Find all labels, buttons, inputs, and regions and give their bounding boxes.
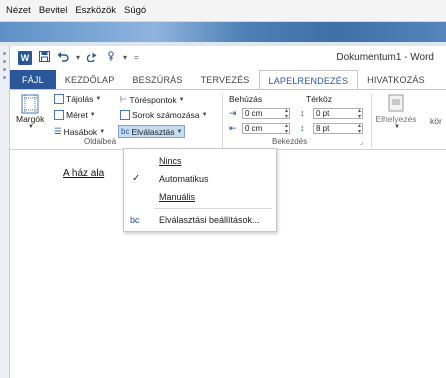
- spacing-before-input[interactable]: 0 pt ▴ ▾: [313, 108, 363, 120]
- tab-design[interactable]: TERVEZÉS: [192, 70, 259, 90]
- redo-icon[interactable]: [86, 51, 99, 66]
- indent-right-input[interactable]: 0 cm ▴ ▾: [242, 123, 290, 135]
- spacing-before-icon: ↕: [300, 108, 305, 118]
- quick-access-toolbar: W ▾ ▾ = Dokumentum1 - Word: [10, 46, 446, 70]
- hyphenation-dropdown: Nincs ✓ Automatikus Manuális b̵c Elválas…: [123, 148, 277, 232]
- hyphenation-icon: bc: [121, 127, 130, 136]
- chevron-down-icon: ▼: [178, 96, 185, 103]
- size-button[interactable]: Méret ▼: [54, 110, 96, 120]
- chevron-down-icon: ▼: [99, 128, 106, 135]
- chevron-down-icon: ▼: [176, 128, 183, 135]
- tab-references[interactable]: HIVATKOZÁS: [358, 70, 434, 90]
- spacing-before-value: 0 pt: [316, 109, 330, 118]
- spinner-arrows-icon[interactable]: ▴ ▾: [358, 108, 361, 120]
- margins-label: Margók: [16, 114, 45, 124]
- hyphenation-label: Elválasztás: [131, 126, 175, 137]
- host-menu-bar: Nézet Bevitel Eszközök Súgó: [0, 0, 446, 22]
- word-window: W ▾ ▾ = Dokumentum1 - Word FÁJL KEZDŐLAP…: [10, 46, 446, 378]
- chevron-down-icon: ▼: [89, 112, 96, 118]
- indent-right-icon: ⇤: [229, 123, 237, 133]
- breaks-icon: ⊢: [120, 94, 128, 104]
- line-numbers-label: Sorok számozása: [132, 110, 200, 120]
- wrap-text-label[interactable]: kör: [430, 116, 442, 126]
- spacing-after-value: 8 pt: [316, 124, 330, 133]
- word-app-icon[interactable]: W: [18, 51, 32, 65]
- group-separator: [371, 94, 372, 148]
- group-separator: [222, 94, 223, 148]
- hyphenation-options-item[interactable]: b̵c Elválasztási beállítások...: [124, 211, 276, 228]
- indent-label: Behúzás: [229, 94, 263, 104]
- spacing-after-input[interactable]: 8 pt ▴ ▾: [313, 123, 363, 135]
- spinner-arrows-icon[interactable]: ▴ ▾: [285, 108, 288, 120]
- hyphenation-button[interactable]: bc Elválasztás ▼: [118, 125, 186, 138]
- hyphenation-none-item[interactable]: Nincs: [124, 152, 276, 169]
- spinner-arrows-icon[interactable]: ▴ ▾: [285, 123, 288, 135]
- hyphenation-manual-label: Manuális: [159, 191, 196, 202]
- check-icon: ✓: [132, 173, 141, 184]
- menu-view[interactable]: Nézet: [6, 5, 31, 16]
- chevron-down-icon: ▼: [201, 112, 208, 118]
- left-window-edge: [0, 46, 10, 378]
- dialog-launcher-icon[interactable]: ⌟: [360, 138, 363, 146]
- group-label-paragraph: Bekezdés: [272, 137, 308, 146]
- document-title: Dokumentum1 - Word: [336, 52, 434, 63]
- undo-icon[interactable]: [57, 51, 69, 66]
- tab-page-layout[interactable]: LAPELRENDEZÉS: [258, 70, 359, 90]
- hyphenation-options-icon: b̵c: [130, 214, 140, 225]
- size-label: Méret: [66, 110, 88, 120]
- group-label-page-setup: Oldalbeá: [84, 137, 117, 146]
- orientation-label: Tájolás: [66, 94, 94, 104]
- indent-right-value: 0 cm: [245, 124, 263, 133]
- ribbon-tabs: FÁJL KEZDŐLAP BESZÚRÁS TERVEZÉS LAPELREN…: [10, 70, 446, 90]
- orientation-icon: [54, 94, 64, 104]
- menu-help[interactable]: Súgó: [124, 5, 146, 16]
- columns-icon: ☰: [54, 126, 62, 136]
- line-numbers-button[interactable]: Sorok számozása ▼: [120, 110, 208, 120]
- menu-tools[interactable]: Eszközök: [75, 5, 116, 16]
- chevron-down-icon: ▼: [28, 124, 34, 130]
- menu-divider: [154, 208, 272, 209]
- position-icon: [388, 94, 404, 112]
- document-text[interactable]: A ház ala: [63, 168, 104, 179]
- breaks-label: Töréspontok: [129, 94, 177, 105]
- customize-qat-icon[interactable]: ▾: [123, 51, 127, 65]
- breaks-button[interactable]: ⊢ Töréspontok ▼: [120, 94, 185, 105]
- position-button[interactable]: Elhelyezés ▼: [374, 94, 418, 130]
- qat-more-icon[interactable]: =: [134, 51, 139, 65]
- tab-insert[interactable]: BESZÚRÁS: [123, 70, 191, 90]
- position-label: Elhelyezés: [375, 114, 417, 124]
- window-title-strip: [0, 22, 446, 42]
- hyphenation-manual-item[interactable]: Manuális: [124, 188, 276, 205]
- touch-mode-icon[interactable]: [106, 50, 116, 66]
- hyphenation-automatic-label: Automatikus: [159, 173, 209, 184]
- spinner-arrows-icon[interactable]: ▴ ▾: [358, 123, 361, 135]
- orientation-button[interactable]: Tájolás ▼: [54, 94, 101, 104]
- spacing-label: Térköz: [306, 94, 332, 104]
- columns-label: Hasábok: [63, 126, 98, 137]
- size-icon: [54, 110, 64, 120]
- margins-icon: [21, 94, 39, 114]
- columns-button[interactable]: ☰ Hasábok ▼: [54, 126, 105, 137]
- margins-button[interactable]: Margók ▼: [16, 94, 44, 130]
- save-icon[interactable]: [39, 50, 50, 66]
- chevron-down-icon: ▼: [95, 96, 102, 102]
- line-numbers-icon: [120, 110, 130, 120]
- hyphenation-none-label: Nincs: [159, 155, 182, 166]
- tab-file[interactable]: FÁJL: [10, 70, 56, 90]
- undo-dropdown-icon[interactable]: ▾: [76, 51, 80, 65]
- indent-left-icon: ⇥: [229, 108, 237, 118]
- spacing-after-icon: ↕: [300, 123, 305, 133]
- indent-left-value: 0 cm: [245, 109, 263, 118]
- chevron-down-icon: ▼: [394, 124, 400, 130]
- ribbon-page-layout: Margók ▼ Tájolás ▼ Méret ▼ ☰ Hasábok ▼ ⊢ Tö…: [10, 90, 446, 150]
- hyphenation-options-label: Elválasztási beállítások...: [159, 214, 260, 225]
- tab-home[interactable]: KEZDŐLAP: [56, 70, 124, 90]
- indent-left-input[interactable]: 0 cm ▴ ▾: [242, 108, 290, 120]
- menu-insert[interactable]: Bevitel: [39, 5, 68, 16]
- hyphenation-automatic-item[interactable]: ✓ Automatikus: [124, 170, 276, 187]
